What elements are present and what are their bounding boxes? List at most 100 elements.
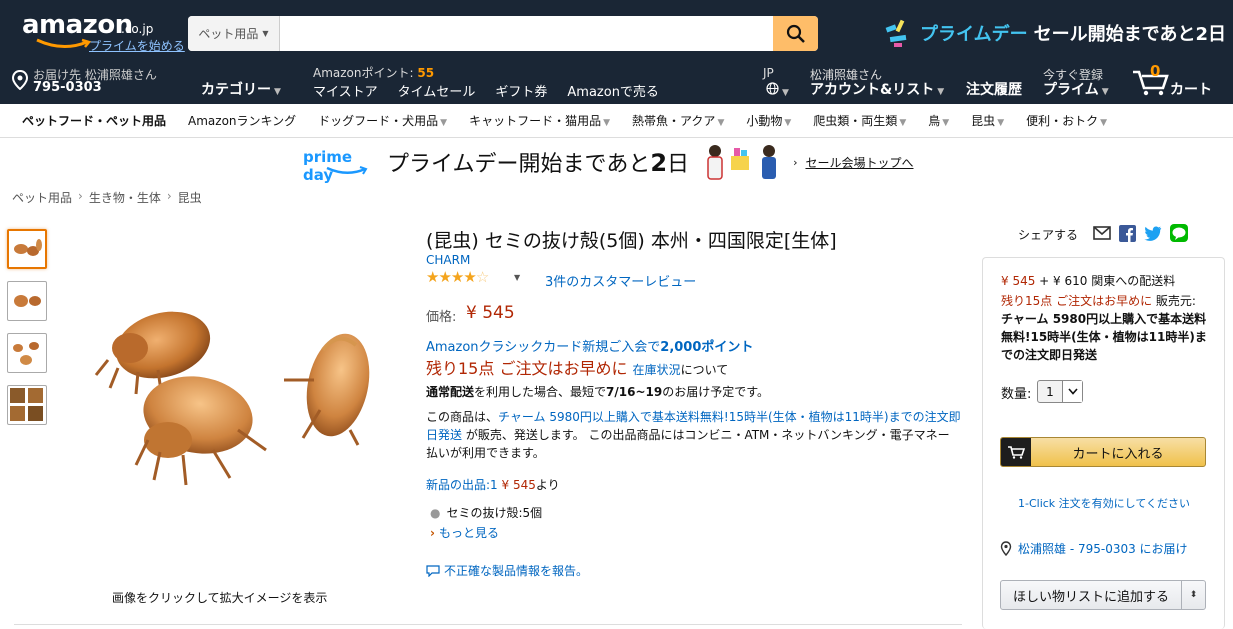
quantity-select[interactable]: 1 xyxy=(1037,380,1083,403)
chevron-right-icon: › xyxy=(78,189,83,203)
subnav-item-insect[interactable]: 昆虫 ▼ xyxy=(971,112,1004,129)
breadcrumb-item-insect[interactable]: 昆虫 xyxy=(178,189,202,206)
chevron-right-icon: › xyxy=(793,155,798,169)
subnav-item-ranking[interactable]: Amazonランキング xyxy=(188,112,296,129)
breadcrumb-item-living[interactable]: 生き物・生体 xyxy=(89,189,161,206)
buybox-stock-seller: 残り15点 ご注文はお早めに 販売元: チャーム 5980円以上購入で基本送料無… xyxy=(1001,292,1209,364)
language-label[interactable]: JP xyxy=(763,66,774,80)
feature-bullet: ● セミの抜け殻:5個 xyxy=(430,504,542,521)
subnav-item-aqua[interactable]: 熱帯魚・アクア ▼ xyxy=(632,112,724,129)
prime-day-top-banner[interactable]: プライムデー セール開始まであと2日 xyxy=(884,16,1226,50)
thumbnail-3[interactable] xyxy=(7,333,47,373)
top-nav-bar: amazon .co.jp プライムを始める ペット用品 ▼ プライムデー セー… xyxy=(0,0,1233,104)
subnav-label: 爬虫類・両生類 xyxy=(813,114,898,128)
delivery-method: 通常配送 xyxy=(426,385,475,399)
logo-domain: .co.jp xyxy=(121,22,154,36)
report-info-link[interactable]: 不正確な製品情報を報告。 xyxy=(426,562,588,579)
new-offers-link[interactable]: 新品の出品:1 ¥ 545より xyxy=(426,476,560,493)
prime-day-confetti-icon xyxy=(885,19,907,47)
cart-icon xyxy=(1001,438,1031,466)
star-icon: ★ xyxy=(450,268,464,286)
product-title: (昆虫) セミの抜け殻(5個) 本州・四国限定[生体] xyxy=(426,230,837,252)
subnav-item-reptile[interactable]: 爬虫類・両生類 ▼ xyxy=(813,112,906,129)
subnav-label: 熱帯魚・アクア xyxy=(632,114,716,128)
language-selector[interactable]: ▼ xyxy=(766,82,789,98)
account-lists-menu[interactable]: アカウント&リスト ▼ xyxy=(810,79,944,99)
prime-menu[interactable]: プライム ▼ xyxy=(1043,79,1109,99)
nav-link-giftcard[interactable]: ギフト券 xyxy=(495,81,547,100)
stock-info-link[interactable]: 在庫状況 xyxy=(633,363,681,377)
buybox-seller-name: チャーム 5980円以上購入で基本送料無料!15時半(生体・植物は11時半)まで… xyxy=(1001,312,1207,362)
deliver-to-link[interactable]: 松浦照雄 - 795-0303 にお届け xyxy=(1000,540,1188,557)
add-to-wishlist-button[interactable]: ほしい物リストに追加する ⬍ xyxy=(1000,580,1206,610)
nav-links: マイストア タイムセール ギフト券 Amazonで売る xyxy=(313,81,659,100)
subnav-item-cat[interactable]: キャットフード・猫用品 ▼ xyxy=(469,112,610,129)
chevron-down-icon: ▼ xyxy=(942,118,950,128)
chevron-down-icon: ▼ xyxy=(603,118,611,128)
location-pin-icon xyxy=(11,70,29,90)
twitter-icon[interactable] xyxy=(1144,226,1162,241)
add-to-cart-button[interactable]: カートに入れる xyxy=(1000,437,1206,467)
cart-count: 0 xyxy=(1150,62,1161,80)
facebook-icon[interactable] xyxy=(1119,224,1136,242)
nav-link-sell[interactable]: Amazonで売る xyxy=(567,81,659,100)
amazon-points[interactable]: Amazonポイント: 55 xyxy=(313,64,434,81)
product-main-image[interactable] xyxy=(88,290,393,495)
card-promo-link[interactable]: Amazonクラシックカード新規ご入会で2,000ポイント xyxy=(426,336,753,355)
deliver-postcode[interactable]: 795-0303 xyxy=(33,80,102,95)
star-icon: ★ xyxy=(463,268,476,286)
line-icon[interactable] xyxy=(1170,224,1188,242)
one-click-link[interactable]: 1-Click 注文を有効にしてください xyxy=(1018,495,1190,511)
cicada-shell-thumbnail-icon xyxy=(13,342,39,365)
prime-day-logo: prime day xyxy=(303,142,381,184)
chevron-right-icon: › xyxy=(430,526,435,540)
speech-bubble-icon xyxy=(426,564,440,577)
search-input[interactable] xyxy=(280,16,773,51)
subnav-item-deals[interactable]: 便利・おトク ▼ xyxy=(1026,112,1107,129)
orders-link[interactable]: 注文履歴 xyxy=(966,79,1022,99)
points-value: 55 xyxy=(417,66,435,80)
search-button[interactable] xyxy=(773,16,818,51)
thumbnail-4[interactable] xyxy=(7,385,47,425)
sale-top-link[interactable]: セール会場トップへ xyxy=(805,154,913,171)
subnav-item-small-animal[interactable]: 小動物 ▼ xyxy=(746,112,791,129)
buybox-shipping: + ¥ 610 関東への配送料 xyxy=(1035,274,1176,288)
price-value: ¥ 545 xyxy=(466,303,515,323)
category-label: カテゴリー xyxy=(201,82,271,98)
email-icon[interactable] xyxy=(1093,226,1111,240)
cart-label[interactable]: カート xyxy=(1170,79,1212,99)
see-more-link[interactable]: › もっと見る xyxy=(430,524,499,541)
buybox-stock: 残り15点 ご注文はお早めに xyxy=(1001,294,1153,308)
thumbnail-2[interactable] xyxy=(7,281,47,321)
chevron-updown-icon[interactable]: ⬍ xyxy=(1181,581,1205,609)
subnav-label: キャットフード・猫用品 xyxy=(469,114,602,128)
price-label: 価格: xyxy=(426,310,457,325)
subnav-item-petfood[interactable]: ペットフード・ペット用品 xyxy=(22,112,166,129)
new-offers-price: ¥ 545 xyxy=(501,478,536,492)
chevron-down-icon: ▼ xyxy=(1101,87,1109,97)
subnav-item-bird[interactable]: 鳥 ▼ xyxy=(928,112,949,129)
quantity-label: 数量: xyxy=(1001,387,1032,402)
subnav-item-dog[interactable]: ドッグフード・犬用品 ▼ xyxy=(318,112,447,129)
amazon-logo[interactable]: amazon xyxy=(22,10,133,40)
chevron-down-icon[interactable]: ▼ xyxy=(514,273,520,282)
new-offers-text: 新品の出品:1 xyxy=(426,478,498,492)
thumbnail-1[interactable] xyxy=(7,229,47,269)
nav-link-mystore[interactable]: マイストア xyxy=(313,81,378,100)
prime-day-banner[interactable]: prime day プライムデー開始まであと2日 › セール会場トップへ xyxy=(303,140,943,184)
see-more-label: もっと見る xyxy=(438,526,499,540)
buybox-price-value: ¥ 545 xyxy=(1001,274,1036,288)
star-rating[interactable]: ★★★★☆ xyxy=(426,268,489,286)
star-empty-icon: ☆ xyxy=(475,268,489,286)
delivery-date: 7/16~19 xyxy=(606,385,663,399)
star-icon: ★ xyxy=(426,268,439,286)
category-menu[interactable]: カテゴリー ▼ xyxy=(201,79,281,99)
search-category-dropdown[interactable]: ペット用品 ▼ xyxy=(188,16,280,51)
customer-reviews-link[interactable]: 3件のカスタマーレビュー xyxy=(545,271,696,290)
brand-link[interactable]: CHARM xyxy=(426,253,470,267)
account-lists-label: アカウント&リスト xyxy=(810,82,935,98)
breadcrumb-item-pet[interactable]: ペット用品 xyxy=(12,189,72,206)
subnav-label: 小動物 xyxy=(746,114,783,128)
nav-link-timesale[interactable]: タイムセール xyxy=(398,81,476,100)
prime-start-link[interactable]: プライムを始める xyxy=(89,37,185,54)
